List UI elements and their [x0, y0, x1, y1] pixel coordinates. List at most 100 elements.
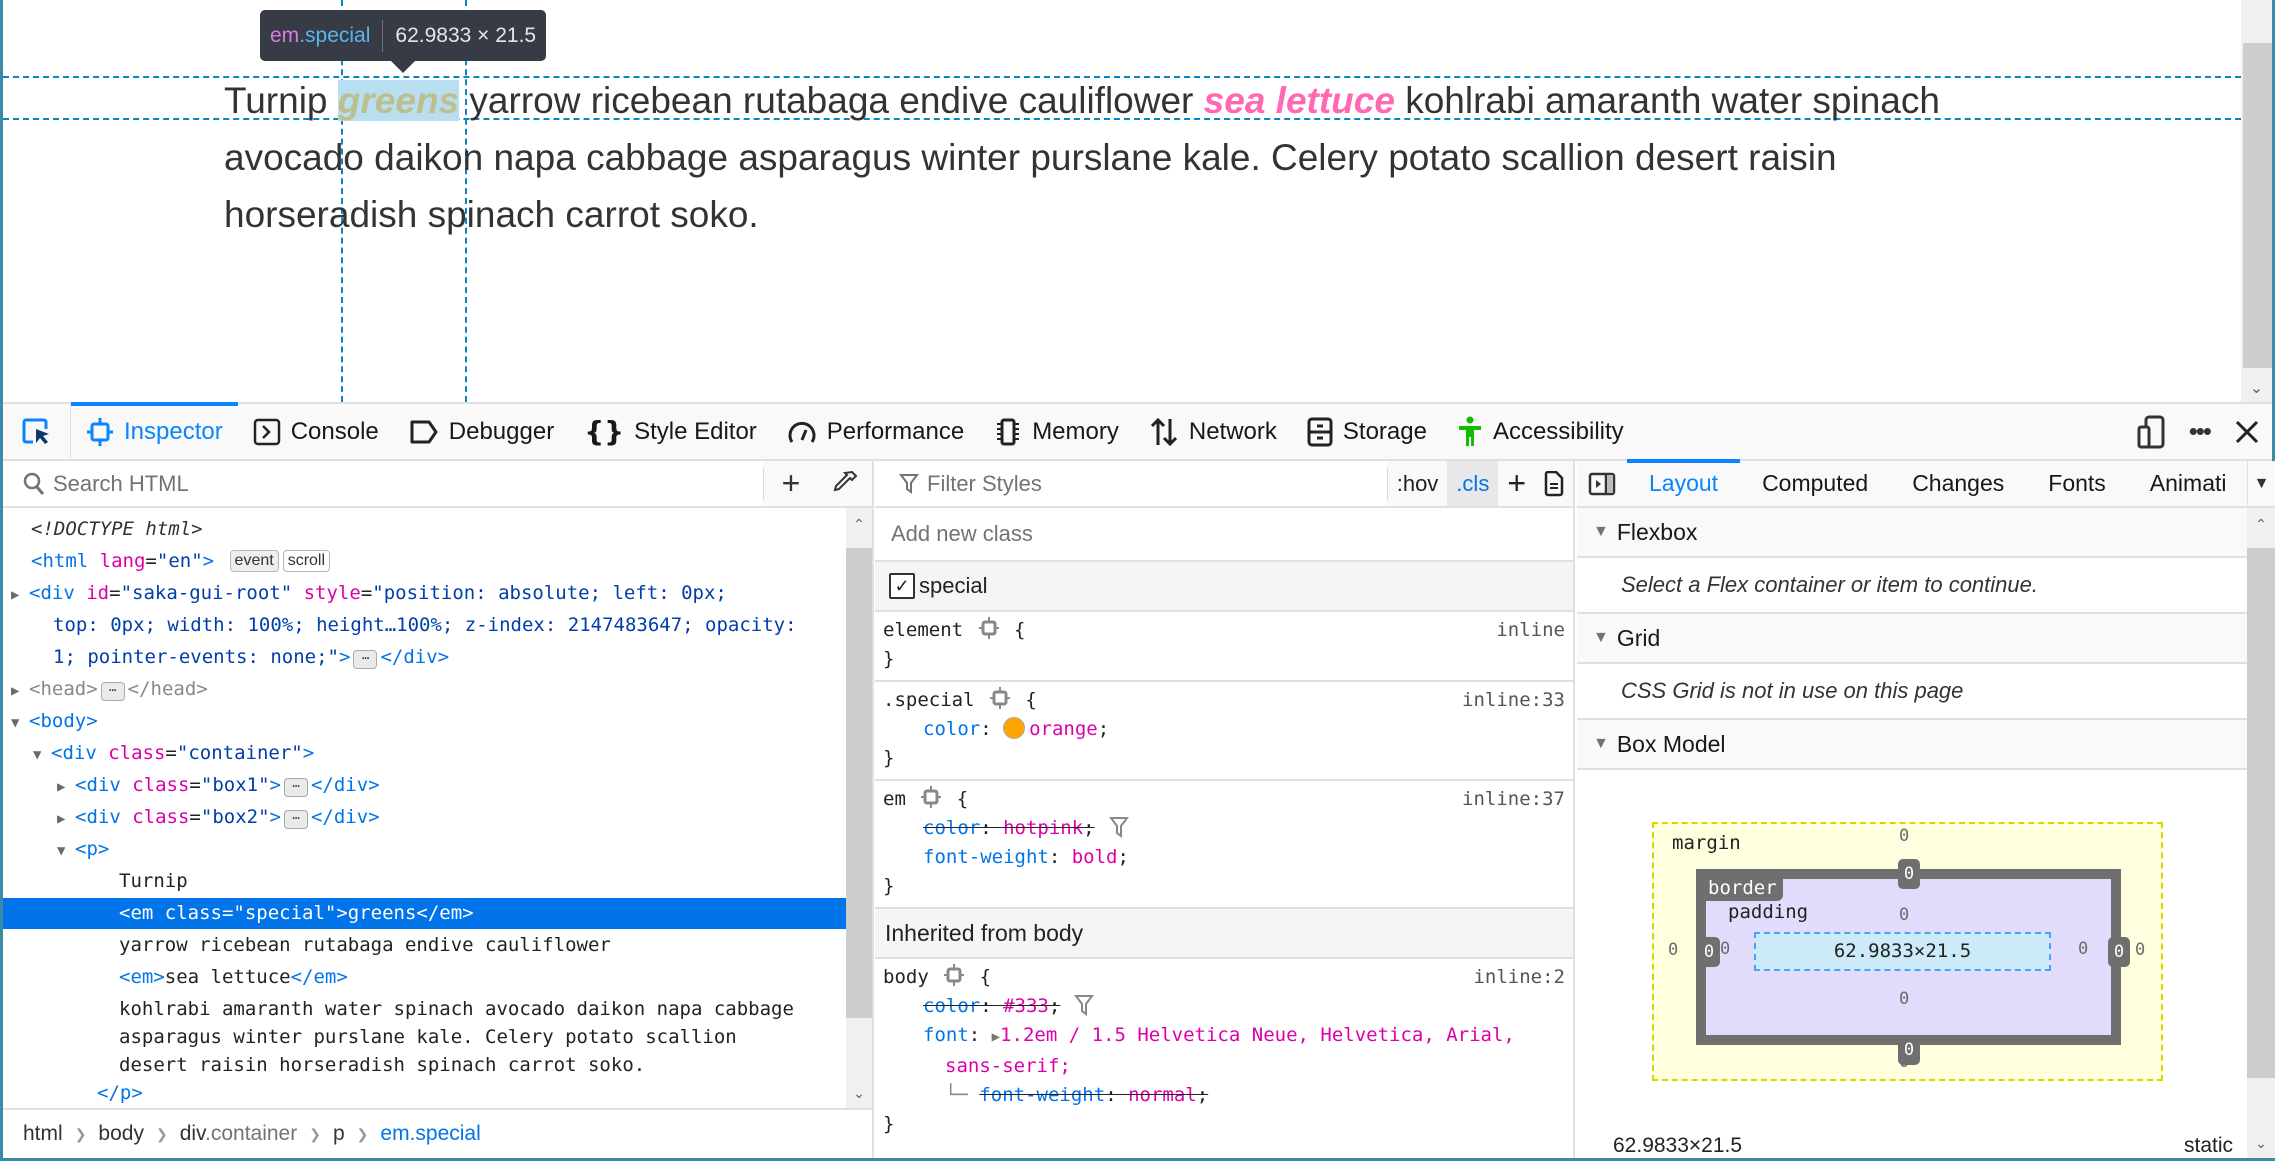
tree-node-p[interactable]: ▼ <p>: [3, 834, 848, 865]
highlighted-em-special[interactable]: greens: [337, 80, 460, 121]
declaration[interactable]: color: orange;: [883, 715, 1565, 744]
tree-node-saka-gui-root[interactable]: ▶ <div id="saka-gui-root" style="position…: [3, 578, 848, 609]
tab-fonts[interactable]: Fonts: [2026, 461, 2128, 506]
tree-node-box1[interactable]: ▶ <div class="box1"> ⋯ </div>: [3, 770, 848, 801]
filter-styles-field[interactable]: [875, 461, 1387, 506]
tree-node-saka-gui-root-cont[interactable]: 1; pointer-events: none;"> ⋯ </div>: [3, 642, 848, 673]
twisty-collapsed-icon[interactable]: ▶: [11, 676, 29, 707]
search-html-input[interactable]: [53, 470, 553, 497]
add-rule-button[interactable]: +: [1498, 461, 1535, 506]
scroll-down-arrow-icon[interactable]: ⌄: [846, 1085, 872, 1102]
declaration[interactable]: font: ▶1.2em / 1.5 Helvetica Neue, Helve…: [883, 1021, 1565, 1052]
margin-right[interactable]: 0: [2135, 940, 2145, 960]
scroll-down-arrow-icon[interactable]: ⌄: [2241, 378, 2272, 398]
tree-text-node[interactable]: desert raisin horseradish spinach carrot…: [3, 1050, 848, 1081]
breadcrumb-div-container[interactable]: div.container: [180, 1122, 298, 1146]
border-right[interactable]: 0: [2108, 937, 2130, 967]
search-html-field[interactable]: [3, 461, 763, 506]
eyedropper-button[interactable]: [818, 461, 872, 506]
border-bottom[interactable]: 0: [1898, 1035, 1920, 1065]
more-options-icon[interactable]: •••: [2189, 416, 2212, 447]
tab-network[interactable]: Network: [1134, 404, 1292, 459]
tab-accessibility[interactable]: Accessibility: [1442, 404, 1639, 459]
twisty-expanded-icon[interactable]: ▼: [11, 708, 29, 739]
padding-right[interactable]: 0: [2078, 939, 2088, 959]
tab-changes[interactable]: Changes: [1890, 461, 2026, 506]
expand-ellipsis-button[interactable]: ⋯: [100, 682, 125, 701]
tab-layout[interactable]: Layout: [1627, 459, 1741, 506]
class-checkbox-special[interactable]: ✓: [889, 573, 915, 599]
breadcrumb-p[interactable]: p: [333, 1122, 345, 1146]
margin-top[interactable]: 0: [1899, 826, 1909, 846]
twisty-collapsed-icon[interactable]: ▶: [11, 580, 29, 611]
filter-icon[interactable]: [1074, 993, 1095, 1017]
padding-top[interactable]: 0: [1899, 905, 1909, 925]
node-highlighter-icon[interactable]: [989, 686, 1010, 710]
event-badge[interactable]: event: [229, 550, 279, 572]
markup-scrollbar[interactable]: ⌃ ⌄: [846, 508, 872, 1108]
twisty-expanded-icon[interactable]: ▼: [33, 740, 51, 771]
tab-console[interactable]: Console: [238, 404, 394, 459]
twisty-expanded-icon[interactable]: ▼: [57, 836, 75, 867]
toggle-sidebar-button[interactable]: [1577, 461, 1627, 506]
rule-source-link[interactable]: inline:2: [1473, 963, 1565, 992]
add-node-button[interactable]: +: [764, 461, 818, 506]
filter-icon[interactable]: [1108, 815, 1129, 839]
tab-animations[interactable]: Animati: [2128, 461, 2233, 506]
box-model-section-header[interactable]: ▼ Box Model: [1577, 720, 2247, 770]
border-left[interactable]: 0: [1698, 937, 1720, 967]
element-picker-button[interactable]: [3, 404, 71, 459]
expand-shorthand-icon[interactable]: ▶: [992, 1029, 1000, 1045]
expand-ellipsis-button[interactable]: ⋯: [283, 778, 308, 797]
flexbox-section-header[interactable]: ▼ Flexbox: [1577, 508, 2247, 558]
expand-ellipsis-button[interactable]: ⋯: [283, 810, 308, 829]
border-top[interactable]: 0: [1898, 859, 1920, 889]
breadcrumb-body[interactable]: body: [98, 1122, 144, 1146]
grid-section-header[interactable]: ▼ Grid: [1577, 614, 2247, 664]
em-sea-lettuce[interactable]: sea lettuce: [1204, 80, 1395, 121]
hov-toggle-button[interactable]: :hov: [1388, 461, 1448, 506]
tab-debugger[interactable]: Debugger: [394, 404, 569, 459]
cls-toggle-button[interactable]: .cls: [1447, 461, 1499, 506]
scroll-up-arrow-icon[interactable]: ⌃: [846, 516, 872, 533]
responsive-design-icon[interactable]: [2137, 415, 2165, 449]
page-scrollbar-thumb[interactable]: [2243, 43, 2272, 368]
rule-source-link[interactable]: inline:37: [1462, 785, 1565, 814]
expand-ellipsis-button[interactable]: ⋯: [353, 650, 378, 669]
tree-text-node[interactable]: Turnip: [3, 866, 848, 897]
tree-text-node[interactable]: asparagus winter purslane kale. Celery p…: [3, 1022, 848, 1053]
tab-inspector[interactable]: Inspector: [71, 402, 238, 459]
rule-source-link[interactable]: inline:33: [1462, 686, 1565, 715]
scroll-up-arrow-icon[interactable]: ⌃: [2247, 516, 2275, 533]
tab-storage[interactable]: Storage: [1292, 404, 1442, 459]
tree-node-p-close[interactable]: </p>: [3, 1078, 848, 1108]
scroll-down-arrow-icon[interactable]: ⌄: [2247, 1135, 2275, 1152]
node-highlighter-icon[interactable]: [921, 785, 942, 809]
sidebar-scrollbar[interactable]: ⌃ ⌄: [2247, 508, 2275, 1158]
breadcrumb-html[interactable]: html: [23, 1122, 63, 1146]
declaration[interactable]: font-weight: bold;: [883, 843, 1565, 872]
declaration-overridden[interactable]: color: hotpink;: [883, 814, 1565, 843]
padding-bottom[interactable]: 0: [1899, 989, 1909, 1009]
twisty-collapsed-icon[interactable]: ▶: [57, 804, 75, 835]
tree-node-html[interactable]: <html lang="en"> event scroll: [3, 546, 848, 577]
node-highlighter-icon[interactable]: [978, 616, 999, 640]
print-simulation-button[interactable]: [1535, 461, 1573, 506]
rule-source-link[interactable]: inline: [1496, 616, 1565, 645]
all-tabs-dropdown-icon[interactable]: ▼: [2247, 461, 2275, 506]
tree-node-em-special-selected[interactable]: <em class="special">greens</em>: [3, 898, 848, 929]
page-scrollbar[interactable]: ⌄: [2241, 0, 2272, 402]
tree-node-box2[interactable]: ▶ <div class="box2"> ⋯ </div>: [3, 802, 848, 833]
scroll-badge[interactable]: scroll: [282, 550, 331, 572]
tree-node-container[interactable]: ▼ <div class="container">: [3, 738, 848, 769]
close-icon[interactable]: [2234, 419, 2260, 445]
tree-node-doctype[interactable]: <!DOCTYPE html>: [3, 514, 848, 545]
tree-text-node[interactable]: yarrow ricebean rutabaga endive cauliflo…: [3, 930, 848, 961]
add-class-input[interactable]: [891, 521, 1491, 547]
filter-styles-input[interactable]: [927, 470, 1327, 497]
tree-node-em[interactable]: <em>sea lettuce</em>: [3, 962, 848, 993]
tab-computed[interactable]: Computed: [1740, 461, 1890, 506]
tab-memory[interactable]: Memory: [979, 404, 1134, 459]
tab-performance[interactable]: Performance: [772, 404, 979, 459]
add-class-field[interactable]: [875, 508, 1573, 562]
